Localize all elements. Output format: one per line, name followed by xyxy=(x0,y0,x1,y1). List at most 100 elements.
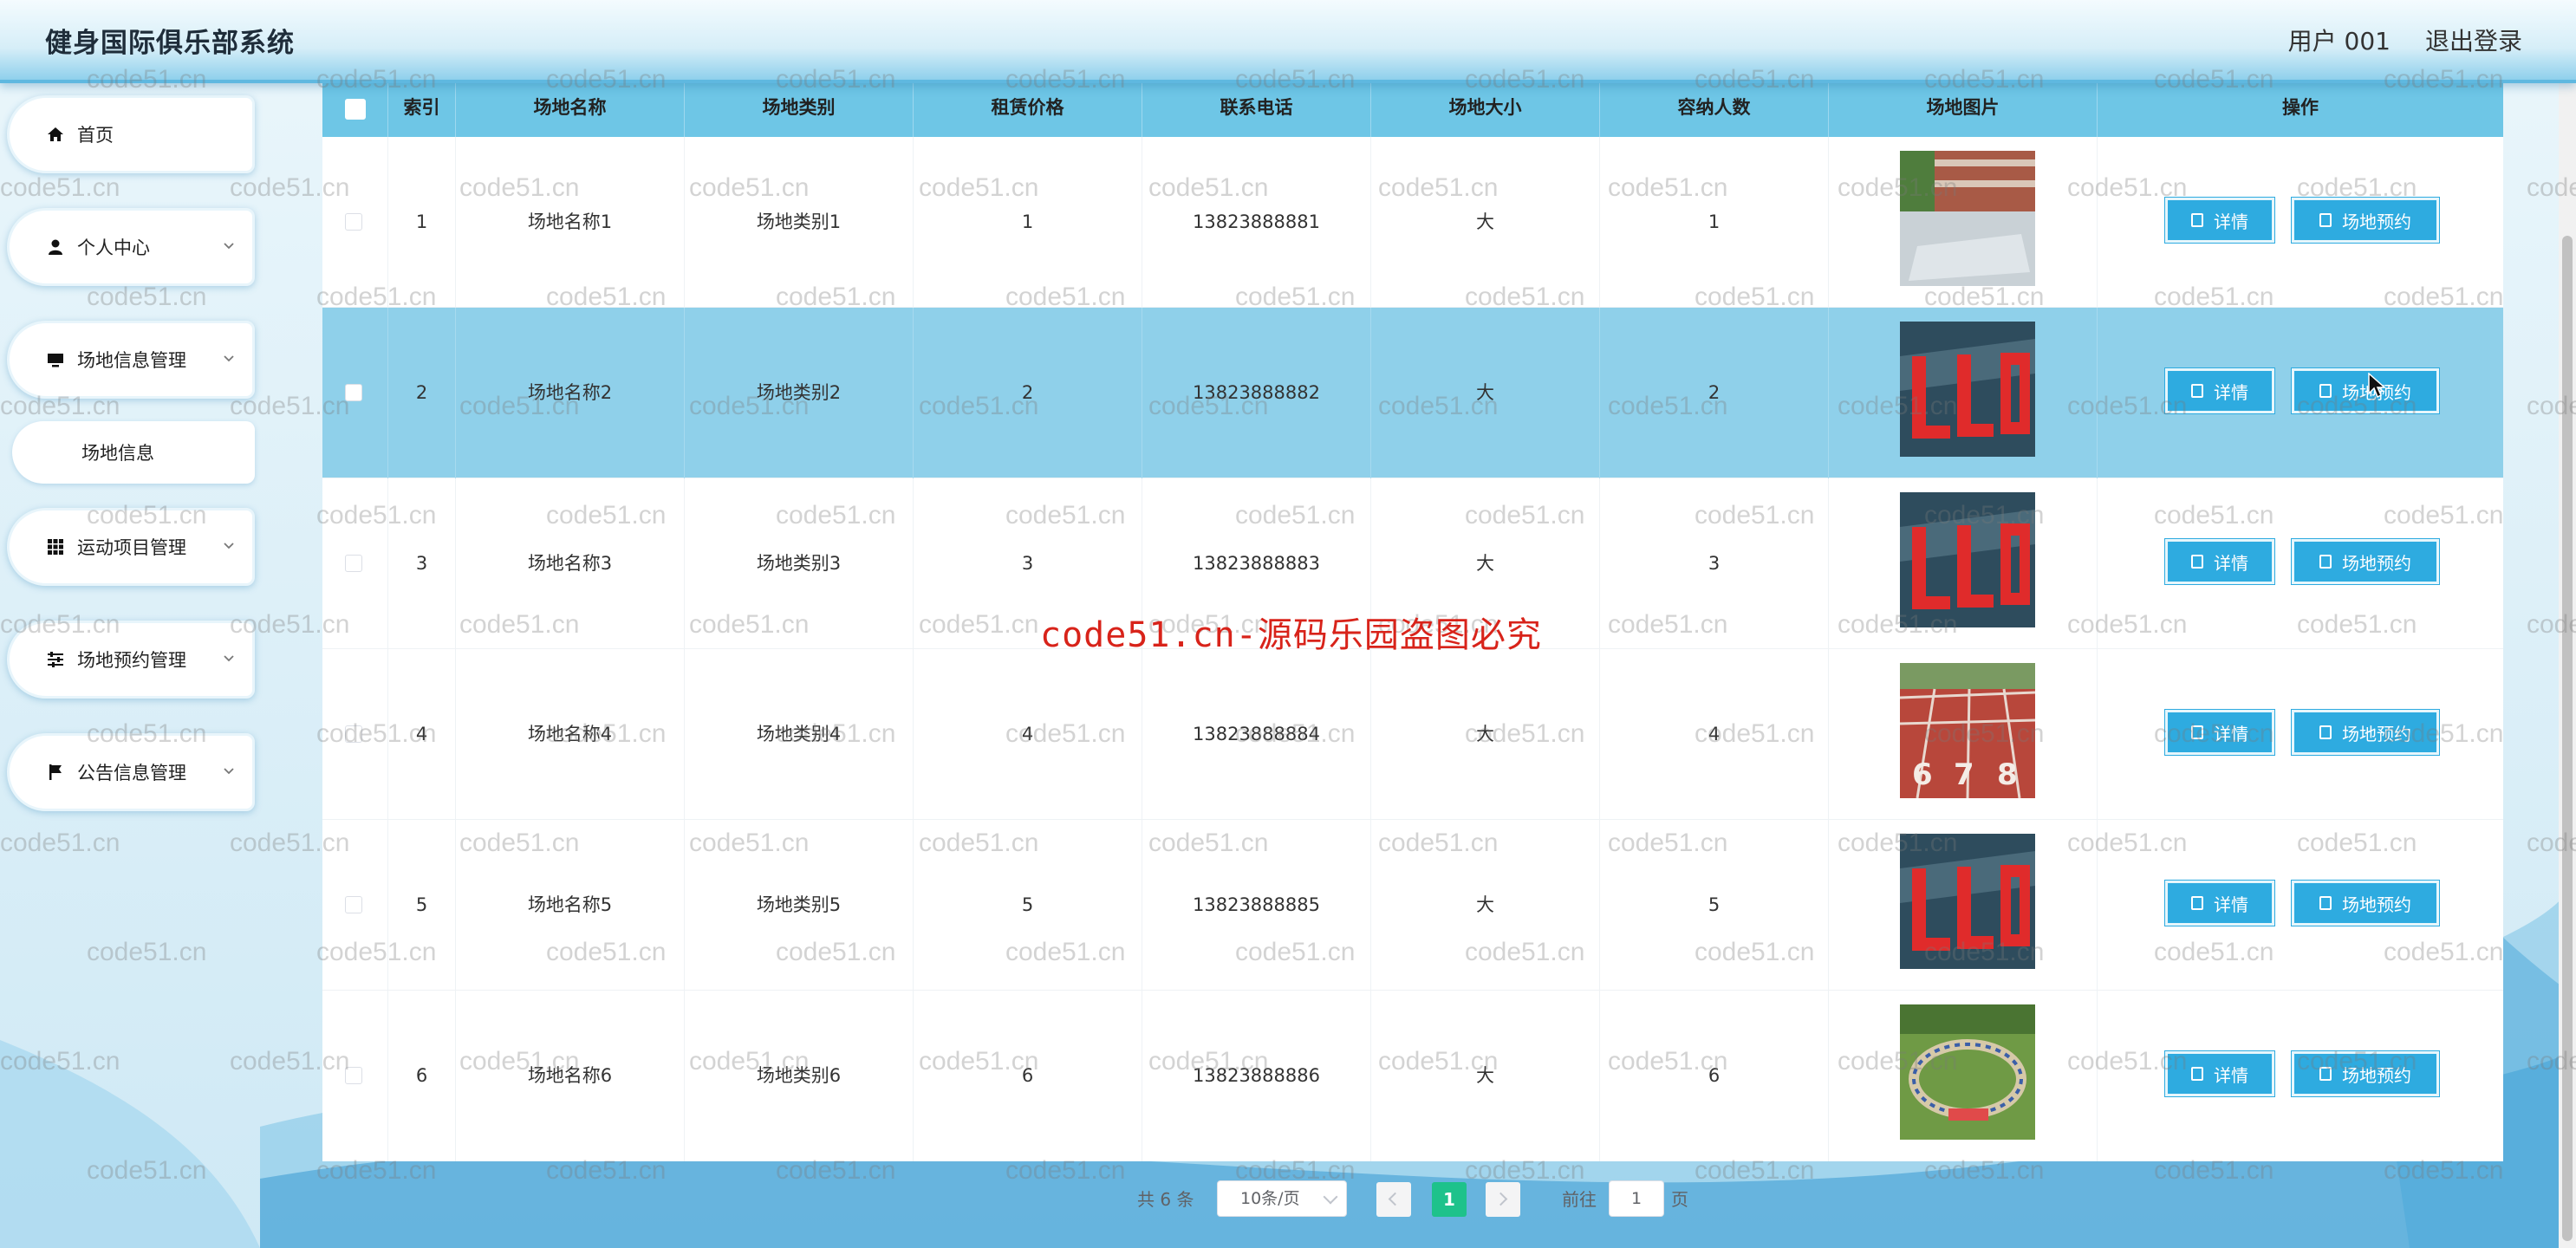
sidebar-item-booking-management[interactable]: 场地预约管理 xyxy=(7,621,255,699)
prev-page-button[interactable] xyxy=(1376,1182,1411,1217)
sidebar-item-home[interactable]: 首页 xyxy=(7,95,255,173)
goto-page-input[interactable]: 1 xyxy=(1609,1180,1664,1217)
watermark-center: code51.cn-源码乐园盗图必究 xyxy=(1040,615,1542,655)
table-row[interactable]: 6 场地名称6 场地类别6 6 13823888886 大 6 详情 场地预约 xyxy=(322,991,2503,1161)
document-icon xyxy=(2319,384,2332,398)
scrollbar-thumb[interactable] xyxy=(2562,236,2573,1241)
row-checkbox[interactable] xyxy=(345,213,362,231)
page-number-current[interactable]: 1 xyxy=(1432,1182,1467,1217)
detail-button[interactable]: 详情 xyxy=(2164,709,2275,756)
detail-button[interactable]: 详情 xyxy=(2164,197,2275,244)
row-checkbox[interactable] xyxy=(345,1067,362,1084)
venue-image[interactable] xyxy=(1900,834,2035,969)
user-icon xyxy=(46,237,65,257)
logout-link[interactable]: 退出登录 xyxy=(2425,23,2522,57)
column-header[interactable]: 场地名称 xyxy=(456,78,685,137)
cell-phone: 13823888882 xyxy=(1142,308,1371,478)
chevron-down-icon xyxy=(224,355,234,362)
row-checkbox[interactable] xyxy=(345,725,362,743)
sidebar-item-venue-management[interactable]: 场地信息管理 xyxy=(7,321,255,399)
sidebar-item-label: 运动项目管理 xyxy=(77,537,186,558)
venue-image[interactable] xyxy=(1900,151,2035,286)
column-header[interactable]: 场地大小 xyxy=(1371,78,1600,137)
document-icon xyxy=(2319,213,2332,227)
chevron-down-icon xyxy=(224,768,234,775)
document-icon xyxy=(2191,725,2203,739)
document-icon xyxy=(2319,725,2332,739)
cell-size: 大 xyxy=(1371,137,1600,308)
table-header: 索引 场地名称 场地类别 租赁价格 联系电话 场地大小 容纳人数 场地图片 操作 xyxy=(322,78,2503,137)
column-header[interactable]: 索引 xyxy=(388,78,456,137)
table-row[interactable]: 4 场地名称4 场地类别4 4 13823888884 大 4 6 7 8 详情… xyxy=(322,649,2503,820)
sidebar-item-label: 个人中心 xyxy=(77,237,150,258)
venue-image[interactable] xyxy=(1900,1004,2035,1140)
book-venue-button[interactable]: 场地预约 xyxy=(2291,880,2440,926)
document-icon xyxy=(2319,1067,2332,1081)
row-checkbox[interactable] xyxy=(345,555,362,572)
document-icon xyxy=(2191,555,2203,569)
chevron-down-icon xyxy=(224,543,234,549)
column-header[interactable]: 容纳人数 xyxy=(1600,78,1829,137)
sidebar-item-label: 场地信息 xyxy=(81,443,154,464)
app-title: 健身国际俱乐部系统 xyxy=(45,28,295,59)
detail-button[interactable]: 详情 xyxy=(2164,1050,2275,1097)
book-venue-button[interactable]: 场地预约 xyxy=(2291,1050,2440,1097)
column-header[interactable]: 租赁价格 xyxy=(914,78,1142,137)
document-icon xyxy=(2191,896,2203,910)
row-checkbox[interactable] xyxy=(345,896,362,913)
cell-capacity: 5 xyxy=(1600,820,1829,991)
book-venue-button[interactable]: 场地预约 xyxy=(2291,709,2440,756)
book-venue-button[interactable]: 场地预约 xyxy=(2291,197,2440,244)
document-icon xyxy=(2191,213,2203,227)
chevron-right-icon xyxy=(1493,1192,1508,1206)
venue-image[interactable] xyxy=(1900,322,2035,457)
svg-text:7: 7 xyxy=(1954,757,1974,792)
cell-name: 场地名称5 xyxy=(456,820,685,991)
venue-image[interactable] xyxy=(1900,492,2035,627)
detail-button[interactable]: 详情 xyxy=(2164,880,2275,926)
sidebar-item-personal-center[interactable]: 个人中心 xyxy=(7,208,255,286)
column-header[interactable]: 场地类别 xyxy=(685,78,914,137)
venue-image[interactable]: 6 7 8 xyxy=(1900,663,2035,798)
column-header[interactable]: 操作 xyxy=(2098,78,2503,137)
cell-capacity: 2 xyxy=(1600,308,1829,478)
next-page-button[interactable] xyxy=(1486,1182,1520,1217)
page-size-select[interactable]: 10条/页 xyxy=(1217,1180,1347,1217)
mouse-cursor-icon xyxy=(2368,373,2386,399)
detail-button[interactable]: 详情 xyxy=(2164,538,2275,585)
book-venue-button[interactable]: 场地预约 xyxy=(2291,367,2440,414)
cell-index: 1 xyxy=(388,137,456,308)
cell-category: 场地类别6 xyxy=(685,991,914,1161)
chevron-down-icon xyxy=(224,655,234,662)
sidebar-item-sports-management[interactable]: 运动项目管理 xyxy=(7,508,255,586)
sidebar-item-notice-management[interactable]: 公告信息管理 xyxy=(7,733,255,811)
sidebar-item-label: 场地信息管理 xyxy=(77,350,186,371)
column-header[interactable]: 联系电话 xyxy=(1142,78,1371,137)
top-header: 健身国际俱乐部系统 用户 001 退出登录 xyxy=(0,0,2576,83)
select-all-checkbox[interactable] xyxy=(345,99,366,120)
document-icon xyxy=(2191,1067,2203,1081)
pagination: 共 6 条 10条/页 1 前往 1 页 xyxy=(0,1173,2576,1225)
sidebar-item-label: 场地预约管理 xyxy=(77,650,186,671)
cell-price: 2 xyxy=(914,308,1142,478)
cell-price: 4 xyxy=(914,649,1142,820)
cell-phone: 13823888885 xyxy=(1142,820,1371,991)
svg-text:8: 8 xyxy=(1997,757,2018,792)
cell-name: 场地名称1 xyxy=(456,137,685,308)
monitor-icon xyxy=(46,350,65,369)
cell-name: 场地名称4 xyxy=(456,649,685,820)
goto-prefix: 前往 xyxy=(1562,1189,1597,1210)
sidebar-subitem-venue-info[interactable]: 场地信息 xyxy=(12,421,255,484)
vertical-scrollbar[interactable] xyxy=(2559,80,2576,1248)
table-row[interactable]: 5 场地名称5 场地类别5 5 13823888885 大 5 详情 场地预约 xyxy=(322,820,2503,991)
row-checkbox[interactable] xyxy=(345,384,362,401)
chevron-left-icon xyxy=(1388,1192,1402,1206)
table-row[interactable]: 2 场地名称2 场地类别2 2 13823888882 大 2 详情 场地预约 xyxy=(322,308,2503,478)
table-row[interactable]: 1 场地名称1 场地类别1 1 13823888881 大 1 详情 场地预约 xyxy=(322,137,2503,308)
cell-index: 4 xyxy=(388,649,456,820)
column-header[interactable]: 场地图片 xyxy=(1829,78,2098,137)
book-venue-button[interactable]: 场地预约 xyxy=(2291,538,2440,585)
detail-button[interactable]: 详情 xyxy=(2164,367,2275,414)
cell-index: 5 xyxy=(388,820,456,991)
cell-price: 6 xyxy=(914,991,1142,1161)
